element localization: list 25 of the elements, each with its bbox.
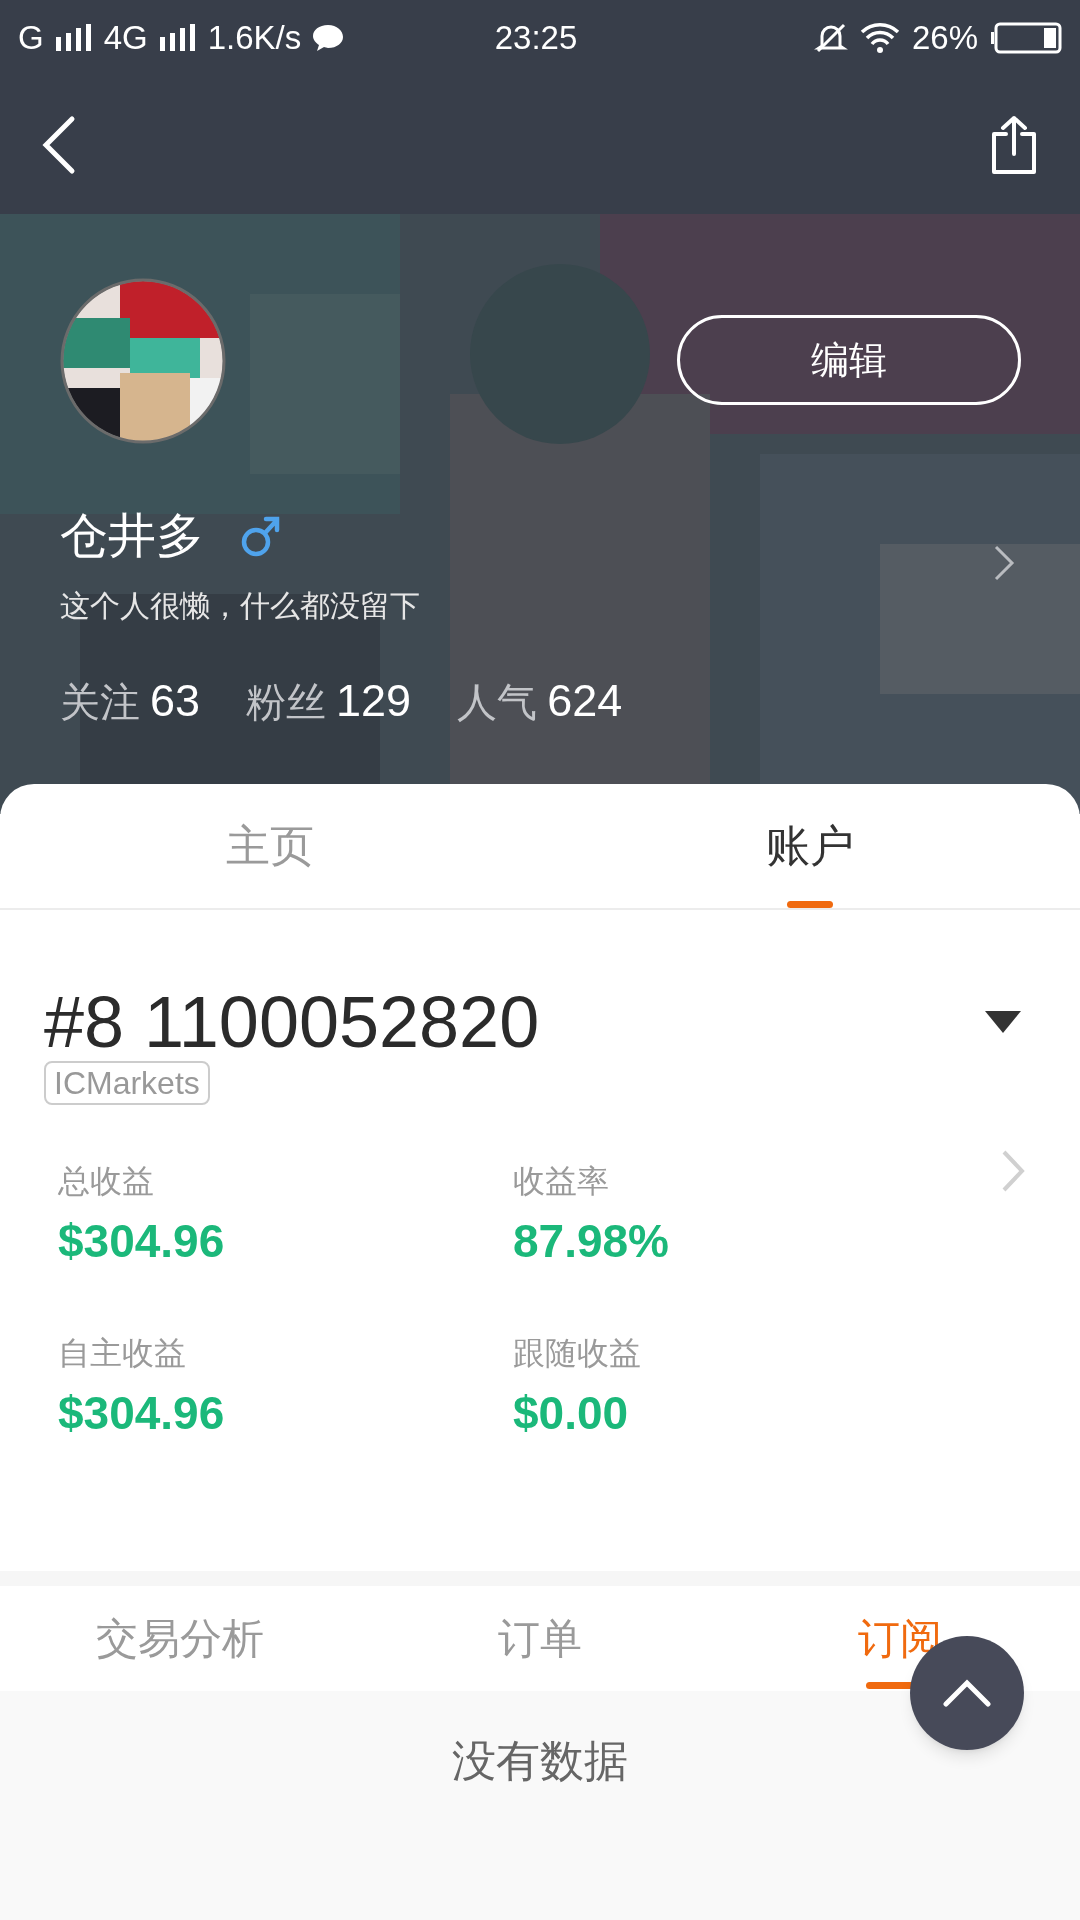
back-icon[interactable]	[40, 114, 76, 175]
metric-label: 总收益	[58, 1162, 154, 1201]
network-speed: 1.6K/s	[207, 17, 302, 58]
metric-value: $304.96	[58, 1386, 225, 1440]
metric-label: 自主收益	[58, 1334, 186, 1373]
metric-label: 跟随收益	[513, 1334, 641, 1373]
account-number: #8 1100052820	[44, 981, 540, 1064]
metric-value: $0.00	[513, 1386, 629, 1440]
network-label: 4G	[103, 17, 148, 58]
battery-percent: 26%	[911, 17, 978, 58]
signal-icon	[53, 22, 94, 53]
wifi-icon	[859, 21, 900, 54]
dropdown-triangle-icon[interactable]	[985, 1011, 1021, 1033]
broker-tag: ICMarkets	[44, 1061, 210, 1105]
metric-label: 收益率	[513, 1162, 609, 1201]
battery-icon	[990, 21, 1062, 54]
network-label: G	[18, 17, 44, 58]
chevron-up-icon	[943, 1679, 991, 1707]
metric-value: $304.96	[58, 1214, 225, 1268]
signal-icon	[157, 22, 198, 53]
empty-message: 没有数据	[452, 1735, 628, 1787]
metric-value: 87.98%	[513, 1214, 669, 1268]
clock-time: 23:25	[493, 17, 579, 58]
profile-tab[interactable]: 账户	[540, 784, 1080, 908]
chat-bubble-icon	[311, 22, 346, 53]
